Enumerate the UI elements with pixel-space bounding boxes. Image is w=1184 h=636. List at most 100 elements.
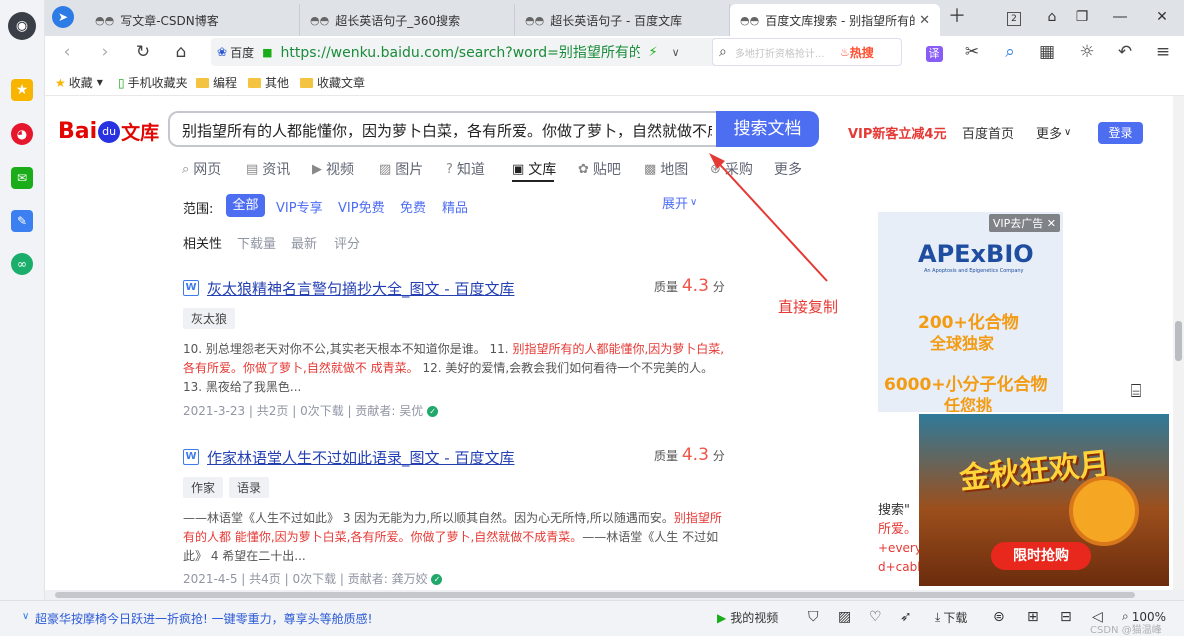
- quality-score: 质量 4.3 分: [654, 445, 725, 465]
- news-ticker[interactable]: 超豪华按摩椅今日跃进一折疯抢! 一键零重力，尊享头等舱质感!: [35, 610, 372, 627]
- tab-wenku[interactable]: ◓◓ 超长英语句子 - 百度文库: [515, 4, 730, 36]
- tab-web[interactable]: ⌕ 网页: [182, 159, 221, 179]
- incognito-icon[interactable]: ◉: [8, 12, 36, 40]
- scope-premium-chip[interactable]: 精品: [442, 197, 468, 216]
- tab-wenku-active[interactable]: ▣ 文库: [512, 159, 556, 179]
- back-icon[interactable]: ‹: [55, 40, 79, 64]
- tab-mask-icon: ◓◓: [95, 13, 115, 27]
- download-button[interactable]: ⤓ 下载: [935, 609, 967, 626]
- result-tag[interactable]: 作家: [183, 477, 224, 498]
- wenku-search-input[interactable]: 别指望所有的人都能懂你，因为萝卜白菜，各有所爱。你做了萝卜，自然就做不成: [168, 111, 716, 147]
- annotation-text: 直接复制: [778, 298, 839, 316]
- login-button[interactable]: 登录: [1098, 122, 1143, 144]
- tab-360[interactable]: ◓◓ 超长英语句子_360搜索: [300, 4, 515, 36]
- more-menu[interactable]: 更多 ∨: [1036, 123, 1071, 142]
- tab-map[interactable]: ▩ 地图: [644, 159, 688, 179]
- tab-close-icon[interactable]: ✕: [919, 13, 930, 28]
- refresh-icon[interactable]: ↻: [131, 40, 155, 64]
- scrollbar-thumb[interactable]: [1175, 321, 1182, 361]
- image-icon[interactable]: ▨: [838, 609, 851, 625]
- sort-downloads[interactable]: 下载量: [237, 233, 276, 252]
- result-title[interactable]: 作家林语堂人生不过如此语录_图文 - 百度文库: [207, 447, 514, 468]
- ad-buy-button[interactable]: 限时抢购: [991, 542, 1091, 570]
- minimize-icon[interactable]: ―: [1108, 6, 1132, 28]
- bolt-icon[interactable]: ⚡: [648, 45, 657, 60]
- news-ticker-icon: ∨: [22, 611, 30, 622]
- tab-video[interactable]: ▶ 视频: [312, 159, 354, 179]
- mail-icon[interactable]: ✉: [11, 167, 33, 189]
- tab-zhidao[interactable]: ? 知道: [446, 159, 485, 179]
- briefcase-icon[interactable]: ⌸: [1123, 381, 1149, 405]
- result-title[interactable]: 灰太狼精神名言警句摘抄大全_图文 - 百度文库: [207, 278, 514, 299]
- tab-counter-button[interactable]: 2: [1002, 6, 1026, 28]
- tab-csdn[interactable]: ◓◓ 写文章-CSDN博客: [85, 4, 300, 36]
- scope-all-chip[interactable]: 全部: [226, 194, 265, 217]
- scope-vip-free-chip[interactable]: VIP免费: [338, 197, 385, 216]
- autumn-sale-ad[interactable]: 金秋狂欢月 限时抢购: [919, 414, 1169, 586]
- word-doc-icon: W: [183, 280, 199, 296]
- shield-icon[interactable]: ⛉: [808, 609, 819, 625]
- favorites-star-icon[interactable]: ★: [11, 79, 33, 101]
- result-tag[interactable]: 语录: [229, 477, 270, 498]
- restore-icon[interactable]: ❐: [1070, 6, 1094, 28]
- new-tab-button[interactable]: ＋: [945, 6, 969, 28]
- ad-close-button[interactable]: VIP去广告 ✕: [988, 214, 1060, 232]
- translate-button[interactable]: 译: [922, 40, 946, 64]
- url-text[interactable]: https://wenku.baidu.com/search?word=别指望所…: [280, 42, 640, 62]
- scope-free-chip[interactable]: 免费: [400, 197, 426, 216]
- rocket-icon[interactable]: ➶: [900, 609, 912, 625]
- baidu-wenku-logo[interactable]: Bai du 文库: [58, 118, 159, 145]
- horizontal-scrollbar[interactable]: [45, 590, 1184, 600]
- tab-wenku-search[interactable]: ◓◓百度文库搜索 - 别指望所有的人 ✕: [730, 4, 940, 36]
- forward-icon[interactable]: ›: [93, 40, 117, 64]
- tab-tieba[interactable]: ✿ 贴吧: [578, 159, 621, 179]
- chevron-down-icon[interactable]: ∨: [672, 46, 680, 59]
- fullscreen-icon[interactable]: ⊞: [1027, 609, 1039, 625]
- result-tag[interactable]: 灰太狼: [183, 308, 236, 329]
- navigation-bar: ‹ › ↻ ⌂ ❀ 百度 ■ https://wenku.baidu.com/s…: [45, 36, 1184, 68]
- tab-news[interactable]: ▤ 资讯: [246, 159, 290, 179]
- my-video-button[interactable]: ▶ 我的视频: [717, 609, 778, 626]
- apps-grid-icon[interactable]: ▦: [1035, 40, 1059, 64]
- expand-toggle[interactable]: 展开 ∨: [662, 193, 697, 212]
- close-window-icon[interactable]: ✕: [1150, 6, 1174, 28]
- side-search-box[interactable]: ⌕ 多地打折资格抢计... ♨ 热搜: [712, 38, 902, 66]
- sort-rating[interactable]: 评分: [334, 233, 360, 252]
- bookmark-favorites[interactable]: ★ 收藏 ▼: [55, 74, 103, 91]
- notes-icon[interactable]: ✎: [11, 210, 33, 232]
- verified-icon: ✓: [431, 574, 443, 585]
- browser-compass-icon[interactable]: ➤: [52, 6, 74, 28]
- page-content: Bai du 文库 别指望所有的人都能懂你，因为萝卜白菜，各有所爱。你做了萝卜，…: [45, 96, 1184, 590]
- history-icon[interactable]: ⊟: [1060, 609, 1072, 625]
- bookmark-folder-articles[interactable]: 收藏文章: [300, 74, 365, 91]
- scope-vip-exclusive-chip[interactable]: VIP专享: [276, 197, 323, 216]
- bookmark-mobile[interactable]: ▯ 手机收藏夹: [118, 74, 188, 91]
- weibo-icon[interactable]: ◕: [11, 123, 33, 145]
- translate-icon[interactable]: ⊜: [993, 609, 1005, 625]
- search-docs-button[interactable]: 搜索文档: [716, 111, 819, 147]
- vertical-scrollbar[interactable]: [1173, 96, 1184, 590]
- sort-newest[interactable]: 最新: [291, 233, 317, 252]
- home-icon[interactable]: ⌂: [169, 40, 193, 64]
- heartbeat-icon[interactable]: ♡: [869, 609, 882, 625]
- scissors-icon[interactable]: ✂: [960, 40, 984, 64]
- bookmark-folder-other[interactable]: 其他: [248, 74, 289, 91]
- paw-icon: ✿: [578, 161, 589, 177]
- brightness-icon[interactable]: ☼: [1075, 40, 1099, 64]
- undo-icon[interactable]: ↶: [1113, 40, 1137, 64]
- vip-promo-link[interactable]: VIP新客立减4元: [848, 123, 946, 142]
- cloud-link-icon[interactable]: ∞: [11, 253, 33, 275]
- paw-icon: du: [98, 120, 121, 143]
- apexbio-ad[interactable]: VIP去广告 ✕ APExBIO An Apoptosis and Epigen…: [878, 212, 1063, 412]
- tab-images[interactable]: ▨ 图片: [379, 159, 423, 179]
- sort-relevance[interactable]: 相关性: [183, 233, 222, 252]
- magnifier-icon[interactable]: ⌕: [998, 40, 1022, 64]
- baidu-home-link[interactable]: 百度首页: [962, 123, 1014, 142]
- quality-score: 质量 4.3 分: [654, 276, 725, 296]
- scrollbar-thumb[interactable]: [55, 592, 1135, 598]
- address-bar[interactable]: ❀ 百度 ■ https://wenku.baidu.com/search?wo…: [211, 38, 741, 66]
- tab-mask-icon: ◓◓: [310, 13, 330, 27]
- shirt-skin-icon[interactable]: ⌂: [1040, 6, 1064, 28]
- bookmark-folder-programming[interactable]: 编程: [196, 74, 237, 91]
- menu-icon[interactable]: ≡: [1151, 40, 1175, 64]
